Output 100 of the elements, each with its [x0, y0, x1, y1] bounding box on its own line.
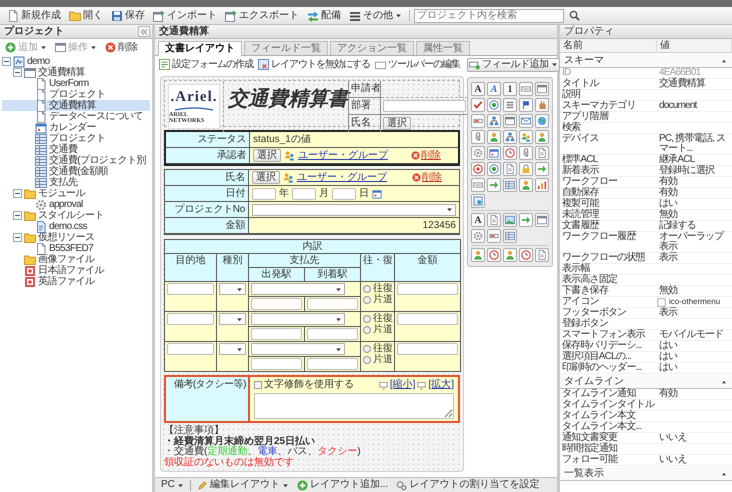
section-header[interactable]: スキーマ: [560, 54, 732, 68]
field-type-button[interactable]: [535, 178, 549, 192]
radio-button[interactable]: [363, 284, 371, 292]
text-field[interactable]: [252, 188, 276, 200]
radio-button[interactable]: [363, 326, 371, 334]
tree-item[interactable]: プロジェクト: [2, 133, 150, 144]
tree-item[interactable]: 英語ファイル: [2, 276, 150, 287]
field-type-button[interactable]: [519, 82, 533, 96]
field-type-button[interactable]: [487, 178, 501, 192]
more-button[interactable]: その他: [346, 8, 405, 23]
save-button[interactable]: 保存: [108, 8, 148, 23]
field-type-button[interactable]: [487, 248, 501, 262]
field-type-button[interactable]: [535, 130, 549, 144]
field-type-button[interactable]: [503, 130, 517, 144]
field-type-button[interactable]: [519, 146, 533, 160]
field-type-button[interactable]: [471, 114, 485, 128]
field-type-button[interactable]: [487, 98, 501, 112]
collapse-button[interactable]: [138, 26, 150, 37]
text-field[interactable]: [167, 283, 214, 295]
add-field-button[interactable]: フィールド追加: [467, 58, 560, 72]
field-type-button[interactable]: [519, 213, 533, 227]
field-type-button[interactable]: [535, 146, 549, 160]
assign-layout-button[interactable]: レイアウトの割り当てを設定: [394, 479, 542, 491]
field-type-button[interactable]: [471, 130, 485, 144]
tab[interactable]: 属性一覧: [416, 41, 470, 55]
select-field[interactable]: [219, 313, 246, 325]
text-field[interactable]: [167, 343, 214, 355]
select-field[interactable]: [219, 343, 246, 355]
tree-item[interactable]: 支払先: [2, 177, 150, 188]
field-type-button[interactable]: A: [487, 82, 501, 96]
tree-item[interactable]: 交通費: [2, 144, 150, 155]
text-field[interactable]: [332, 188, 356, 200]
text-field[interactable]: [251, 328, 302, 340]
text-field[interactable]: [292, 188, 316, 200]
text-field[interactable]: [307, 328, 358, 340]
radio-button[interactable]: [363, 356, 371, 364]
text-field[interactable]: [397, 313, 458, 325]
field-type-button[interactable]: [519, 130, 533, 144]
field-type-button[interactable]: [503, 162, 517, 176]
edit-layout-button[interactable]: 編集レイアウト: [194, 479, 291, 491]
field-type-button[interactable]: [535, 162, 549, 176]
tree-item[interactable]: UserForm: [2, 78, 150, 89]
tree-item[interactable]: モジュール: [2, 188, 150, 199]
tree-item[interactable]: B553FED7: [2, 243, 150, 254]
select-button[interactable]: 選択: [253, 149, 281, 162]
add-layout-button[interactable]: レイアウト追加...: [294, 479, 390, 491]
field-type-button[interactable]: [519, 114, 533, 128]
field-type-button[interactable]: [519, 162, 533, 176]
tree-item[interactable]: データベースについて: [2, 111, 150, 122]
field-type-button[interactable]: [487, 130, 501, 144]
tree-item[interactable]: demo.css: [2, 221, 150, 232]
user-group-link[interactable]: ユーザー・グループ: [297, 172, 387, 184]
tree-item[interactable]: approval: [2, 199, 150, 210]
text-field[interactable]: [307, 358, 358, 370]
field-type-button[interactable]: 1: [503, 82, 517, 96]
text-field[interactable]: [397, 283, 458, 295]
section-header[interactable]: タイムライン: [560, 375, 732, 389]
delete-button[interactable]: 削除: [103, 42, 140, 54]
field-type-button[interactable]: [503, 146, 517, 160]
select-field[interactable]: [252, 204, 456, 216]
enlarge-link[interactable]: [拡大]: [428, 379, 454, 391]
export-button[interactable]: エクスポート: [222, 8, 302, 23]
tree-item[interactable]: 交通費精算: [2, 67, 150, 78]
field-type-button[interactable]: [535, 248, 549, 262]
import-button[interactable]: インポート: [150, 8, 220, 23]
tree-item[interactable]: 画像ファイル: [2, 254, 150, 265]
tab[interactable]: 文書レイアウト: [158, 41, 242, 56]
tab[interactable]: フィールド一覧: [244, 41, 328, 55]
edit-toolbar-button[interactable]: ツールバーの編集: [374, 58, 461, 70]
field-type-button[interactable]: [519, 248, 533, 262]
field-type-button[interactable]: [471, 146, 485, 160]
field-type-button[interactable]: [503, 98, 517, 112]
tree-item[interactable]: 交通費(金額順: [2, 166, 150, 177]
text-field[interactable]: [397, 343, 458, 355]
deploy-button[interactable]: 配備: [304, 8, 344, 23]
tree-item[interactable]: プロジェクト: [2, 89, 150, 100]
combo-box[interactable]: [251, 283, 346, 295]
collapse-toggle[interactable]: [13, 68, 22, 77]
tree-item[interactable]: 交通費(プロジェクト別: [2, 155, 150, 166]
new-button[interactable]: 新規作成: [4, 8, 64, 23]
text-field[interactable]: [251, 298, 302, 310]
delete-link[interactable]: 削除: [411, 150, 441, 162]
calendar-button[interactable]: [372, 188, 382, 198]
select-button[interactable]: 選択: [383, 117, 411, 130]
delete-link[interactable]: 削除: [412, 172, 442, 184]
tab[interactable]: アクション一覧: [330, 41, 414, 55]
field-type-button[interactable]: [503, 114, 517, 128]
field-type-button[interactable]: [503, 178, 517, 192]
field-type-button[interactable]: [487, 213, 501, 227]
collapse-toggle[interactable]: [2, 57, 11, 66]
field-type-button[interactable]: [471, 229, 485, 243]
field-type-button[interactable]: [487, 229, 501, 243]
field-type-button[interactable]: [535, 98, 549, 112]
disable-layout-button[interactable]: レイアウトを無効にする: [257, 58, 371, 70]
radio-button[interactable]: [363, 296, 371, 304]
field-type-button[interactable]: [519, 98, 533, 112]
field-type-button[interactable]: [535, 114, 549, 128]
text-field[interactable]: [383, 100, 466, 112]
field-type-button[interactable]: [503, 248, 517, 262]
tree-item[interactable]: 交通費精算: [2, 100, 150, 111]
